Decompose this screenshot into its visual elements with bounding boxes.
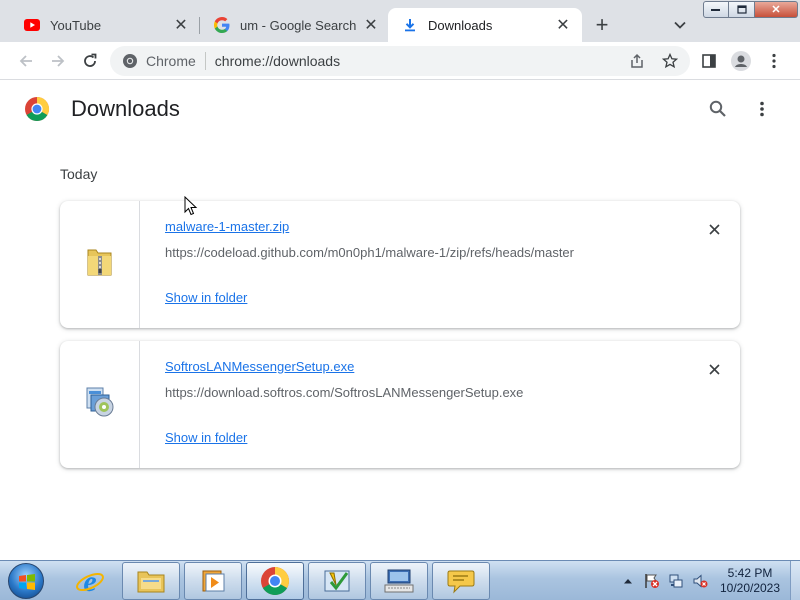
remove-download-icon[interactable] — [704, 359, 724, 379]
remove-download-icon[interactable] — [704, 219, 724, 239]
close-icon[interactable]: ✕ — [172, 16, 190, 34]
chat-bubble-app-icon[interactable] — [432, 562, 490, 600]
tab-google-search[interactable]: um - Google Search ✕ — [190, 8, 390, 42]
media-player-icon[interactable] — [184, 562, 242, 600]
start-button[interactable] — [8, 563, 44, 599]
source-url[interactable]: https://download.softros.com/SoftrosLANM… — [165, 385, 523, 400]
file-explorer-icon[interactable] — [122, 562, 180, 600]
tab-title: Downloads — [428, 17, 493, 33]
forward-arrow-icon[interactable] — [48, 51, 68, 71]
keyboard-app-icon[interactable] — [370, 562, 428, 600]
tab-title: YouTube — [50, 17, 102, 33]
clock-date: 10/20/2023 — [719, 581, 781, 595]
chrome-logo-icon — [24, 96, 50, 122]
chrome-icon[interactable] — [246, 562, 304, 600]
omnibox-separator — [204, 52, 206, 70]
side-panel-icon[interactable] — [699, 51, 719, 71]
tab-youtube[interactable]: YouTube ✕ — [0, 8, 200, 42]
volume-muted-icon[interactable] — [690, 571, 710, 591]
profile-avatar-icon[interactable] — [731, 51, 751, 71]
date-section-heading: Today — [60, 166, 98, 182]
tab-downloads[interactable]: Downloads ✕ — [388, 8, 582, 42]
maximize-button[interactable] — [729, 1, 755, 18]
windows-taskbar: e 5:42 PM 10/20/2023 — [0, 560, 800, 600]
bookmark-star-icon[interactable] — [660, 51, 680, 71]
more-options-icon[interactable] — [752, 97, 772, 121]
browser-toolbar: Chrome chrome://downloads — [0, 42, 800, 80]
url-text[interactable]: chrome://downloads — [215, 53, 340, 69]
mouse-pointer-icon — [184, 195, 198, 216]
tab-search-chevron-icon[interactable] — [670, 15, 690, 35]
address-bar[interactable]: Chrome chrome://downloads — [110, 46, 690, 76]
tab-title: um - Google Search — [240, 17, 357, 33]
show-hidden-icons-chevron-icon[interactable] — [618, 571, 638, 591]
file-name-link[interactable]: malware-1-master.zip — [165, 219, 289, 234]
youtube-icon — [24, 17, 40, 33]
downloads-header: Downloads — [0, 80, 800, 136]
close-icon[interactable]: ✕ — [554, 16, 572, 34]
browser-menu-icon[interactable] — [764, 51, 784, 71]
share-icon[interactable] — [627, 51, 647, 71]
internet-explorer-icon[interactable]: e — [70, 562, 110, 600]
download-icon — [402, 17, 418, 33]
network-icon[interactable] — [666, 571, 686, 591]
source-url[interactable]: https://codeload.github.com/m0n0ph1/malw… — [165, 245, 574, 260]
system-clock[interactable]: 5:42 PM 10/20/2023 — [716, 566, 784, 596]
file-icon-column — [60, 341, 140, 468]
system-tray — [618, 561, 714, 600]
file-icon-column — [60, 201, 140, 328]
show-in-folder-link[interactable]: Show in folder — [165, 430, 247, 445]
action-center-flag-icon[interactable] — [642, 571, 662, 591]
download-item: SoftrosLANMessengerSetup.exe https://dow… — [60, 341, 740, 468]
clock-time: 5:42 PM — [727, 566, 773, 580]
windows-flag-icon — [19, 574, 35, 590]
close-icon[interactable]: ✕ — [362, 16, 380, 34]
file-name-link[interactable]: SoftrosLANMessengerSetup.exe — [165, 359, 354, 374]
search-icon[interactable] — [706, 97, 730, 121]
zip-folder-icon — [85, 245, 115, 284]
tab-strip: YouTube ✕ um - Google Search ✕ Downloads… — [0, 0, 800, 42]
minimize-button[interactable] — [703, 1, 729, 18]
new-tab-button[interactable]: + — [590, 14, 614, 38]
page-title: Downloads — [71, 96, 180, 121]
close-window-button[interactable]: ✕ — [755, 1, 798, 18]
show-desktop-button[interactable] — [790, 561, 800, 600]
google-icon — [214, 17, 230, 33]
chrome-logo-icon — [122, 53, 138, 69]
site-chip-label: Chrome — [146, 53, 196, 69]
svg-text:e: e — [83, 566, 96, 596]
window-controls: ✕ — [703, 1, 798, 18]
download-item: malware-1-master.zip https://codeload.gi… — [60, 201, 740, 328]
installer-icon — [83, 385, 117, 424]
show-in-folder-link[interactable]: Show in folder — [165, 290, 247, 305]
checklist-app-icon[interactable] — [308, 562, 366, 600]
reload-icon[interactable] — [80, 51, 100, 71]
back-arrow-icon[interactable] — [16, 51, 36, 71]
